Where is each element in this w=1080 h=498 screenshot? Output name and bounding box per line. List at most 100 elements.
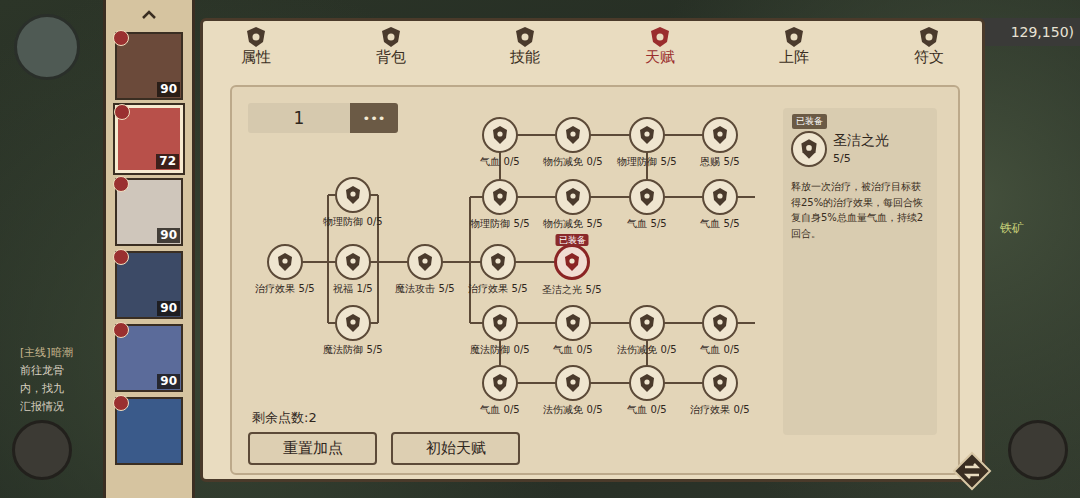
talent-node[interactable]: 气血 0/5 [629, 365, 665, 401]
talent-icon [487, 251, 509, 273]
talent-node[interactable]: 法伤减免 0/5 [555, 365, 591, 401]
action-button[interactable]: 重置加点 [248, 432, 377, 465]
talent-node[interactable]: 魔法防御 5/5 [335, 305, 371, 341]
ore-label[interactable]: 铁矿 [1000, 220, 1024, 237]
talent-label: 气血 5/5 [627, 218, 666, 230]
bottom-bar: 剩余点数:2 重置加点初始天赋 [248, 409, 770, 465]
hero-card[interactable]: 90 [115, 251, 183, 319]
tab-emblem-icon [917, 26, 941, 48]
menu-button[interactable] [12, 420, 72, 480]
rank-icon [113, 30, 129, 46]
talent-node[interactable]: 物伤减免 0/5 [555, 117, 591, 153]
talent-node[interactable]: 气血 0/5 [702, 305, 738, 341]
talent-icon [561, 251, 583, 273]
talent-icon [636, 312, 658, 334]
talent-node[interactable]: 魔法防御 0/5 [482, 305, 518, 341]
talent-tree-area: 治疗效果 5/5 物理防御 0/5 祝福 1/5 魔法防御 5/5 魔法攻击 5/5 治疗… [248, 103, 770, 465]
quest-line: 前往龙骨 [20, 363, 102, 378]
talent-node[interactable]: 物理防御 5/5 [629, 117, 665, 153]
talent-node[interactable]: 治疗效果 5/5 [480, 244, 516, 280]
quest-tracker[interactable]: [主线]暗潮前往龙骨内，找九汇报情况 [20, 345, 102, 414]
hero-card[interactable]: 90 [115, 178, 183, 246]
hero-card[interactable] [115, 397, 183, 465]
talent-icon [342, 184, 364, 206]
tab-emblem-icon [513, 26, 537, 48]
talent-node[interactable]: 物伤减免 5/5 [555, 179, 591, 215]
talent-icon [342, 251, 364, 273]
talent-node[interactable]: 气血 5/5 [702, 179, 738, 215]
talent-node[interactable]: 治疗效果 5/5 [267, 244, 303, 280]
talent-node[interactable]: 气血 0/5 [555, 305, 591, 341]
talent-icon [709, 186, 731, 208]
rank-icon [113, 395, 129, 411]
hero-level: 90 [157, 228, 180, 243]
tab[interactable]: 上阵 [761, 26, 827, 66]
talent-icon [342, 312, 364, 334]
talent-label: 法伤减免 0/5 [617, 344, 676, 356]
talent-icon [562, 312, 584, 334]
talent-node[interactable]: 法伤减免 0/5 [629, 305, 665, 341]
hero-card[interactable]: 90 [115, 324, 183, 392]
talent-node[interactable]: 物理防御 5/5 [482, 179, 518, 215]
remaining-points: 剩余点数:2 [248, 409, 770, 427]
talent-icon [636, 372, 658, 394]
talent-detail: 已装备圣洁之光5/5释放一次治疗，被治疗目标获得25%的治疗效果，每回合恢复自身… [783, 108, 937, 435]
player-avatar[interactable] [14, 14, 80, 80]
tab[interactable]: 属性 [223, 26, 289, 66]
talent-icon [489, 124, 511, 146]
return-icon[interactable] [952, 451, 992, 491]
talent-description: 释放一次治疗，被治疗目标获得25%的治疗效果，每回合恢复自身5%总血量气血，持续… [791, 179, 929, 241]
tab[interactable]: 背包 [358, 26, 424, 66]
talent-icon [562, 124, 584, 146]
tab-emblem-icon [782, 26, 806, 48]
rank-icon [113, 249, 129, 265]
talent-label: 气血 5/5 [700, 218, 739, 230]
tab[interactable]: 天赋 [627, 26, 693, 66]
tab-emblem-icon [648, 26, 672, 48]
talent-label: 魔法防御 0/5 [470, 344, 529, 356]
talent-node[interactable]: 治疗效果 0/5 [702, 365, 738, 401]
talent-label: 圣洁之光 5/5 [542, 284, 601, 296]
talent-icon [274, 251, 296, 273]
talent-label: 祝福 1/5 [333, 283, 372, 295]
talent-node[interactable]: 魔法攻击 5/5 [407, 244, 443, 280]
talent-label: 气血 0/5 [700, 344, 739, 356]
talent-label: 物伤减免 5/5 [543, 218, 602, 230]
quest-line: 内，找九 [20, 381, 102, 396]
talent-node[interactable]: 恩赐 5/5 [702, 117, 738, 153]
tab[interactable]: 技能 [492, 26, 558, 66]
talent-node[interactable]: 祝福 1/5 [335, 244, 371, 280]
talent-label: 物理防御 0/5 [323, 216, 382, 228]
hero-sidebar: 9072909090 [103, 0, 195, 498]
talent-node[interactable]: 物理防御 0/5 [335, 177, 371, 213]
talent-icon [489, 312, 511, 334]
game-screen: 129,150)铁矿[主线]暗潮前往龙骨内，找九汇报情况9072909090属性… [0, 0, 1080, 498]
talent-label: 治疗效果 5/5 [255, 283, 314, 295]
talent-icon [636, 124, 658, 146]
quest-title: [主线]暗潮 [20, 345, 102, 360]
hero-level: 90 [157, 301, 180, 316]
talent-label: 治疗效果 0/5 [690, 404, 749, 416]
talent-icon [636, 186, 658, 208]
talent-node[interactable]: 已装备圣洁之光 5/5 [554, 244, 590, 280]
menu-button[interactable] [1008, 420, 1068, 480]
talent-label: 气血 0/5 [553, 344, 592, 356]
talent-node[interactable]: 气血 5/5 [629, 179, 665, 215]
scroll-up-icon[interactable] [141, 10, 157, 20]
hero-card[interactable]: 90 [115, 32, 183, 100]
tab-emblem-icon [379, 26, 403, 48]
talent-label: 魔法防御 5/5 [323, 344, 382, 356]
tab[interactable]: 符文 [896, 26, 962, 66]
more-button[interactable]: ••• [350, 103, 398, 133]
hero-card[interactable]: 72 [115, 105, 183, 173]
hero-level: 90 [157, 374, 180, 389]
talent-node[interactable]: 气血 0/5 [482, 365, 518, 401]
talent-icon [709, 124, 731, 146]
tab-bar: 属性 背包 技能 天赋 上阵 符文 [203, 21, 982, 71]
tab-emblem-icon [244, 26, 268, 48]
talent-node[interactable]: 气血 0/5 [482, 117, 518, 153]
talent-panel: 治疗效果 5/5 物理防御 0/5 祝福 1/5 魔法防御 5/5 魔法攻击 5/5 治疗… [230, 85, 960, 475]
preset-input[interactable]: 1 [248, 103, 350, 133]
quest-line: 汇报情况 [20, 399, 102, 414]
action-button[interactable]: 初始天赋 [391, 432, 520, 465]
